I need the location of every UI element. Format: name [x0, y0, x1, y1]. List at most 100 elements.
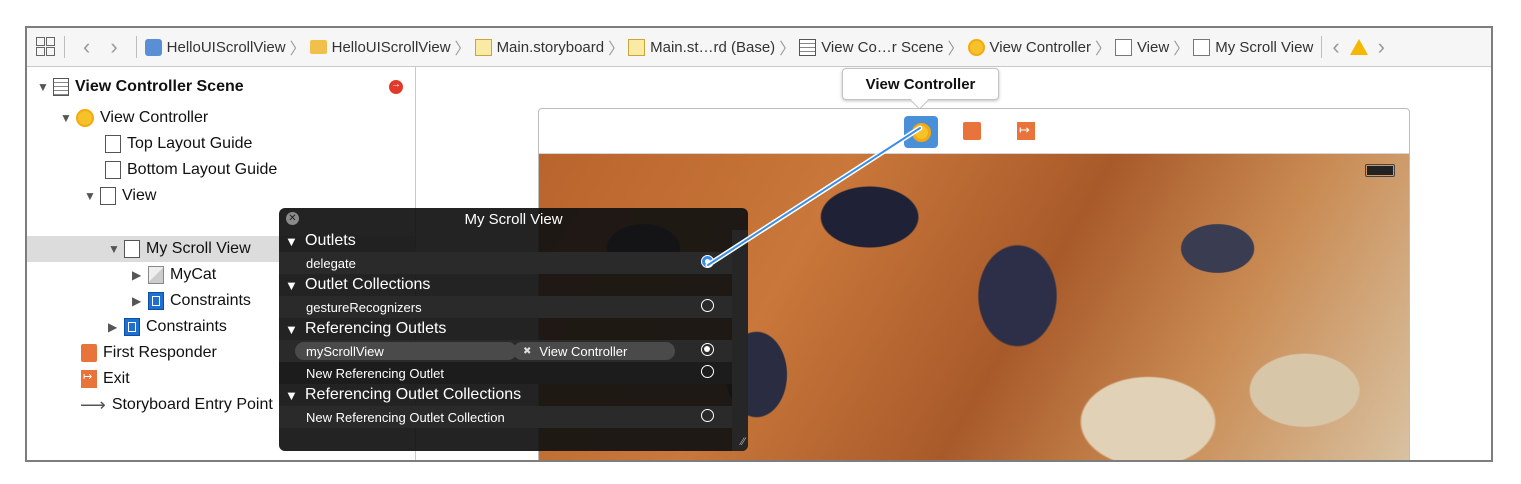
connection-circle-icon[interactable]: [701, 409, 714, 422]
scrollbar[interactable]: [732, 230, 748, 451]
outlet-label: myScrollView: [306, 343, 384, 359]
disclosure-open-icon[interactable]: ▼: [37, 80, 51, 94]
outline-item-label: Top Layout Guide: [127, 135, 253, 152]
disclosure-open-icon[interactable]: ▼: [108, 242, 122, 256]
scene-icon: [799, 38, 817, 56]
previous-issue-icon[interactable]: ‹: [1332, 36, 1339, 58]
first-responder-icon[interactable]: [963, 122, 981, 140]
outline-item-view[interactable]: ▼ View: [27, 183, 415, 209]
disclosure-closed-icon[interactable]: ▶: [132, 268, 146, 282]
tooltip: View Controller: [842, 68, 999, 100]
warning-icon[interactable]: [1349, 39, 1368, 55]
panel-title-bar[interactable]: ✕ My Scroll View: [279, 208, 748, 230]
separator: [64, 36, 65, 58]
image-view-icon: [148, 266, 164, 284]
disclosure-open-icon[interactable]: ▼: [285, 234, 305, 249]
chevron-right-icon: 〉: [947, 41, 964, 58]
crumb-label: Main.st…rd (Base): [650, 38, 776, 56]
disclosure-open-icon[interactable]: ▼: [60, 111, 74, 125]
disclosure-open-icon[interactable]: ▼: [285, 278, 305, 293]
connection-target-pill[interactable]: ✖ View Controller: [513, 342, 675, 360]
disclosure-closed-icon[interactable]: ▶: [108, 320, 122, 334]
outline-scene-row[interactable]: ▼ View Controller Scene: [27, 74, 415, 100]
crumb-label: View Controller: [989, 38, 1091, 56]
layout-guide-icon: [105, 161, 121, 179]
disclosure-closed-icon[interactable]: ▶: [132, 294, 146, 308]
view-icon: [124, 240, 140, 258]
outline-item-label: Exit: [103, 370, 130, 387]
connection-circle-icon[interactable]: [701, 365, 714, 378]
disclosure-open-icon[interactable]: ▼: [84, 189, 98, 203]
outline-item-label: First Responder: [103, 344, 217, 361]
next-issue-icon[interactable]: ›: [1378, 36, 1385, 58]
outlet-row-my-scroll-view[interactable]: myScrollView ✖ View Controller: [279, 340, 748, 362]
storyboard-icon: [474, 38, 492, 56]
crumb-storyboard-base[interactable]: Main.st…rd (Base) 〉: [628, 35, 799, 59]
arrow-right-icon: ⟶: [80, 394, 106, 415]
outline-item-label: Constraints: [170, 292, 251, 309]
back-icon[interactable]: ‹: [83, 36, 90, 58]
view-icon: [1193, 38, 1211, 56]
connection-circle-icon[interactable]: [701, 255, 714, 268]
outlet-name-pill: myScrollView: [295, 342, 517, 360]
view-controller-icon[interactable]: [904, 116, 938, 148]
tooltip-text: View Controller: [865, 75, 976, 93]
crumb-storyboard[interactable]: Main.storyboard 〉: [474, 35, 629, 59]
chevron-right-icon: 〉: [1173, 41, 1190, 58]
section-referencing-outlets[interactable]: ▼ Referencing Outlets: [279, 318, 748, 340]
crumb-view[interactable]: View 〉: [1114, 35, 1193, 59]
crumb-label: View: [1136, 38, 1170, 56]
section-referencing-outlet-collections[interactable]: ▼ Referencing Outlet Collections: [279, 384, 748, 406]
forward-icon[interactable]: ›: [110, 36, 117, 58]
chevron-right-icon: 〉: [289, 41, 306, 58]
section-label: Outlet Collections: [305, 276, 431, 293]
connection-circle-icon[interactable]: [701, 299, 714, 312]
outlet-row-gesture-recognizers[interactable]: gestureRecognizers: [279, 296, 748, 318]
separator: [135, 36, 137, 58]
battery-icon: [1365, 164, 1395, 177]
disclosure-open-icon[interactable]: ▼: [285, 388, 305, 403]
xcode-window: ‹ › HelloUIScrollView 〉 HelloUIScrollVie…: [25, 26, 1493, 462]
outlet-label: New Referencing Outlet Collection: [306, 409, 505, 425]
crumb-view-controller[interactable]: View Controller 〉: [967, 35, 1115, 59]
outlet-row-new-referencing-outlet[interactable]: New Referencing Outlet: [279, 362, 748, 384]
resize-grip-icon[interactable]: ⁄⁄: [741, 436, 745, 448]
connection-target-label: View Controller: [539, 343, 628, 359]
chevron-right-icon: 〉: [1094, 41, 1111, 58]
separator: [1321, 36, 1323, 58]
exit-icon[interactable]: [1017, 122, 1035, 140]
chevron-right-icon: 〉: [454, 41, 471, 58]
outline-item-label: Storyboard Entry Point: [111, 396, 273, 413]
crumb-project[interactable]: HelloUIScrollView 〉: [144, 35, 310, 59]
remove-connection-icon[interactable]: ✖: [523, 346, 531, 357]
panel-title: My Scroll View: [464, 210, 563, 228]
outline-item-bottom-layout-guide[interactable]: Bottom Layout Guide: [27, 157, 415, 183]
outline-item-label: My Scroll View: [146, 240, 251, 257]
constraints-icon: [148, 292, 164, 310]
chevron-right-icon: 〉: [608, 41, 625, 58]
crumb-label: View Co…r Scene: [821, 38, 944, 56]
outline-item-label: View Controller: [100, 109, 209, 126]
disclosure-open-icon[interactable]: ▼: [285, 322, 305, 337]
exit-icon: [81, 370, 97, 388]
outline-item-label: View: [122, 187, 157, 204]
section-outlets[interactable]: ▼ Outlets: [279, 230, 748, 252]
section-label: Referencing Outlets: [305, 320, 447, 337]
crumb-scene[interactable]: View Co…r Scene 〉: [799, 35, 967, 59]
outline-item-top-layout-guide[interactable]: Top Layout Guide: [27, 131, 415, 157]
connections-panel[interactable]: ✕ My Scroll View ▼ Outlets delegate ▼ Ou…: [279, 208, 748, 451]
connection-circle-icon[interactable]: [701, 343, 714, 356]
crumb-folder[interactable]: HelloUIScrollView 〉: [309, 35, 475, 59]
outline-item-view-controller[interactable]: ▼ View Controller: [27, 105, 415, 131]
section-label: Referencing Outlet Collections: [305, 386, 522, 403]
outlet-row-delegate[interactable]: delegate: [279, 252, 748, 274]
layout-guide-icon: [105, 135, 121, 153]
outlet-row-new-referencing-outlet-collection[interactable]: New Referencing Outlet Collection: [279, 406, 748, 428]
error-icon[interactable]: [389, 79, 403, 94]
close-icon[interactable]: ✕: [286, 212, 299, 225]
section-outlet-collections[interactable]: ▼ Outlet Collections: [279, 274, 748, 296]
crumb-scroll-view[interactable]: My Scroll View: [1193, 38, 1313, 56]
related-items-icon[interactable]: [36, 37, 56, 57]
crumb-label: Main.storyboard: [496, 38, 605, 56]
crumb-label: HelloUIScrollView: [166, 38, 286, 56]
